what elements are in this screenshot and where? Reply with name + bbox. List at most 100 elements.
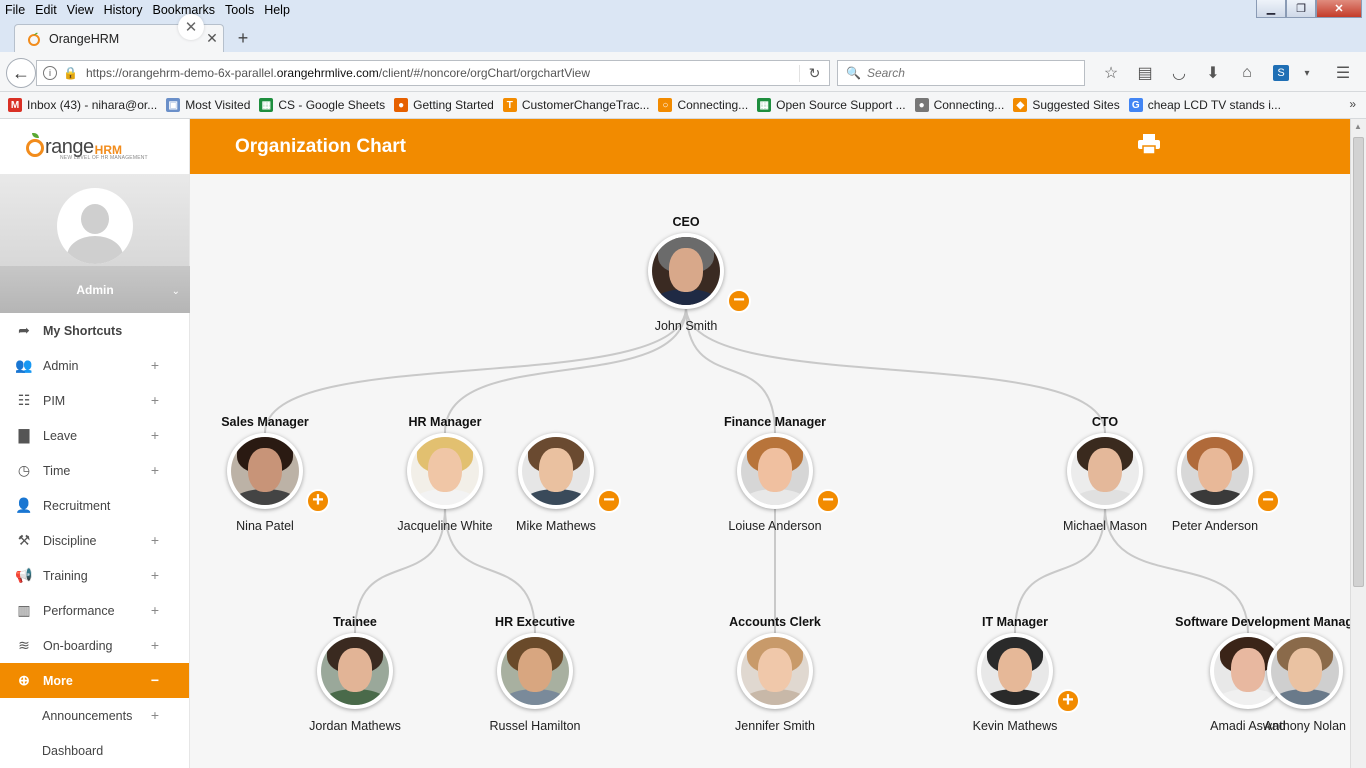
minimize-icon[interactable]: ▁ (1256, 0, 1286, 18)
node-employee-name: Kevin Mathews (972, 719, 1058, 733)
expand-icon[interactable]: + (151, 427, 159, 443)
menu-edit[interactable]: Edit (30, 0, 62, 21)
org-node-ceo[interactable]: CEO John Smith − (611, 215, 761, 333)
org-node-it[interactable]: IT Manager Kevin Mathews + (940, 615, 1090, 733)
employee-photo[interactable] (1267, 633, 1343, 709)
print-icon[interactable] (1137, 133, 1161, 155)
expand-icon[interactable]: + (151, 602, 159, 618)
menu-tools[interactable]: Tools (220, 0, 259, 21)
sidebar-item-on-boarding[interactable]: ≋ On-boarding + (0, 628, 189, 663)
bookmark-item[interactable]: ▣ Most Visited (166, 98, 250, 112)
employee-photo[interactable] (977, 633, 1053, 709)
expand-node-icon[interactable]: + (1056, 689, 1080, 713)
collapse-node-icon[interactable]: − (597, 489, 621, 513)
sidebar-close-icon[interactable]: ✕ (178, 14, 204, 40)
employee-photo[interactable] (407, 433, 483, 509)
employee-photo[interactable] (317, 633, 393, 709)
collapse-node-icon[interactable]: − (727, 289, 751, 313)
sidebar-item-pim[interactable]: ☷ PIM + (0, 383, 189, 418)
bookmark-item[interactable]: ▦ CS - Google Sheets (259, 98, 385, 112)
sidebar-item-time[interactable]: ◷ Time + (0, 453, 189, 488)
employee-photo[interactable] (737, 433, 813, 509)
sidebar-item-recruitment[interactable]: 👤 Recruitment (0, 488, 189, 523)
org-node-peter[interactable]: Peter Anderson − (1140, 415, 1290, 533)
bookmark-item[interactable]: ◆ Suggested Sites (1013, 98, 1120, 112)
sidebar-item-my-shortcuts[interactable]: ➦ My Shortcuts (0, 313, 189, 348)
node-job-title: HR Executive (495, 615, 575, 629)
menu-history[interactable]: History (99, 0, 148, 21)
expand-icon[interactable]: + (151, 357, 159, 373)
orangehrm-logo[interactable]: range HRM (26, 132, 122, 157)
expand-icon[interactable]: + (151, 707, 159, 723)
employee-photo[interactable] (518, 433, 594, 509)
employee-photo[interactable] (1067, 433, 1143, 509)
expand-node-icon[interactable]: + (306, 489, 330, 513)
url-text[interactable]: https://orangehrm-demo-6x-parallel.orang… (86, 66, 799, 80)
expand-icon[interactable]: + (151, 532, 159, 548)
sidebar-item-admin[interactable]: 👥 Admin + (0, 348, 189, 383)
org-node-fin[interactable]: Finance Manager Loiuse Anderson − (700, 415, 850, 533)
profile-user-toggle[interactable]: Admin ⌄ (0, 266, 190, 313)
reading-list-icon[interactable]: ▤ (1128, 62, 1162, 84)
reload-icon[interactable]: ↻ (799, 64, 829, 82)
collapse-node-icon[interactable]: − (816, 489, 840, 513)
menu-view[interactable]: View (62, 0, 99, 21)
dropdown-arrow-icon[interactable]: ▾ (1298, 62, 1316, 84)
back-icon[interactable]: ← (6, 58, 36, 88)
bookmark-item[interactable]: M Inbox (43) - nihara@or... (8, 98, 157, 112)
maximize-icon[interactable]: ❐ (1286, 0, 1316, 18)
org-node-hrexec[interactable]: HR Executive Russel Hamilton (460, 615, 610, 733)
pocket-icon[interactable]: ◡ (1162, 62, 1196, 84)
bookmark-star-icon[interactable]: ☆ (1094, 62, 1128, 84)
collapse-node-icon[interactable]: − (1256, 489, 1280, 513)
url-bar[interactable]: i 🔒 https://orangehrm-demo-6x-parallel.o… (36, 60, 830, 86)
sidebar-subitem-dashboard[interactable]: Dashboard (0, 733, 189, 768)
expand-icon[interactable]: + (151, 462, 159, 478)
employee-photo[interactable] (497, 633, 573, 709)
bookmark-item[interactable]: Gcheap LCD TV stands i... (1128, 98, 1281, 112)
expand-icon[interactable]: + (151, 392, 159, 408)
sidebar-item-training[interactable]: 📢 Training + (0, 558, 189, 593)
org-node-trainee[interactable]: Trainee Jordan Mathews (280, 615, 430, 733)
browser-search-box[interactable]: 🔍 (837, 60, 1085, 86)
org-node-anthony[interactable]: Anthony Nolan (1230, 615, 1350, 733)
expand-icon[interactable]: + (151, 567, 159, 583)
collapse-icon[interactable]: − (151, 672, 159, 688)
sidebar-item-label: Recruitment (43, 498, 111, 513)
bookmark-item[interactable]: ● Connecting... (914, 98, 1004, 112)
download-icon[interactable]: ⬇ (1196, 62, 1230, 84)
hamburger-menu-icon[interactable]: ☰ (1326, 62, 1360, 84)
browser-search-input[interactable] (866, 66, 1067, 80)
close-window-icon[interactable]: ✕ (1316, 0, 1362, 18)
menu-file[interactable]: File (0, 0, 30, 21)
employee-photo[interactable] (1177, 433, 1253, 509)
sidebar-item-discipline[interactable]: ⚒ Discipline + (0, 523, 189, 558)
org-node-mike[interactable]: Mike Mathews − (481, 415, 631, 533)
employee-photo[interactable] (227, 433, 303, 509)
skype-extension-icon[interactable]: S (1264, 62, 1298, 84)
scroll-thumb[interactable] (1353, 137, 1364, 587)
bookmark-item[interactable]: ○ Connecting... (658, 98, 748, 112)
tab-close-icon[interactable]: ✕ (201, 30, 223, 47)
sidebar-subitem-announcements[interactable]: Announcements + (0, 698, 189, 733)
bookmark-item[interactable]: ▦ Open Source Support ... (757, 98, 906, 112)
org-node-clerk[interactable]: Accounts Clerk Jennifer Smith (700, 615, 850, 733)
bookmark-item[interactable]: ● Getting Started (394, 98, 494, 112)
page-scrollbar[interactable]: ▲ (1350, 119, 1366, 768)
menu-help[interactable]: Help (259, 0, 295, 21)
site-info-icon[interactable]: i (43, 66, 57, 80)
bookmark-item[interactable]: T CustomerChangeTrac... (502, 98, 649, 112)
sidebar-item-label: PIM (43, 393, 66, 408)
expand-icon[interactable]: + (151, 637, 159, 653)
employee-photo[interactable] (737, 633, 813, 709)
employee-photo[interactable] (648, 233, 724, 309)
scroll-up-icon[interactable]: ▲ (1354, 122, 1362, 131)
org-node-sales[interactable]: Sales Manager Nina Patel + (190, 415, 340, 533)
bookmarks-overflow-icon[interactable]: » (1349, 97, 1356, 111)
new-tab-icon[interactable]: + (232, 27, 254, 49)
sidebar-item-performance[interactable]: ▥ Performance + (0, 593, 189, 628)
home-icon[interactable]: ⌂ (1230, 62, 1264, 84)
sidebar-item-leave[interactable]: ▇ Leave + (0, 418, 189, 453)
recruitment-icon: 👤 (15, 497, 33, 513)
sidebar-item-more[interactable]: ⊕ More − (0, 663, 189, 698)
